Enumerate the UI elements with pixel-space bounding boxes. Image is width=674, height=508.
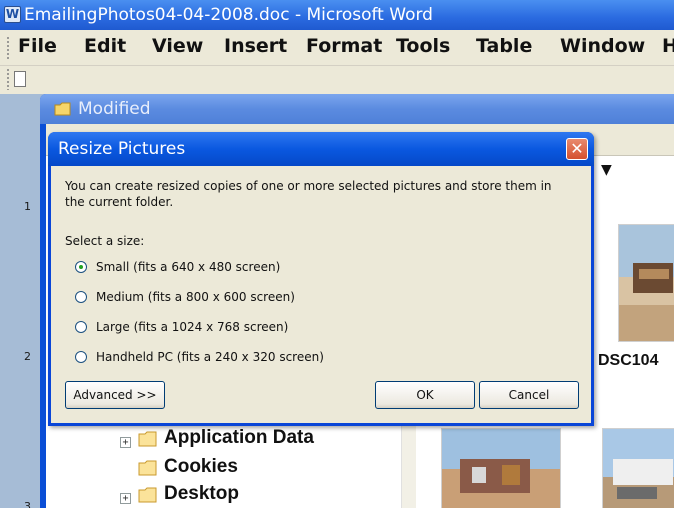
menu-format[interactable]: Format [306,35,382,57]
menu-window[interactable]: Window [560,35,645,57]
folder-icon [138,487,157,503]
radio-button[interactable] [75,321,87,333]
menu-file[interactable]: File [18,35,57,57]
size-label: Select a size: [65,234,145,248]
toolbar-grip[interactable] [6,68,10,90]
folder-icon [138,460,157,476]
menu-table[interactable]: Table [476,35,532,57]
tree-item-application-data[interactable]: Application Data [164,427,314,449]
explorer-title-bar[interactable]: Modified [40,94,674,124]
cancel-button[interactable]: Cancel [479,381,579,409]
word-window-title: EmailingPhotos04-04-2008.doc - Microsoft… [24,5,433,25]
word-toolbar [0,66,674,94]
expand-icon[interactable]: + [120,493,131,504]
menu-insert[interactable]: Insert [224,35,287,57]
word-app-icon[interactable]: W [4,6,21,23]
dialog-description: You can create resized copies of one or … [65,179,552,209]
word-menu-bar: File Edit View Insert Format Tools Table… [0,30,674,66]
menu-tools[interactable]: Tools [396,35,450,57]
menu-edit[interactable]: Edit [84,35,126,57]
close-icon[interactable]: ✕ [566,138,588,160]
resize-pictures-dialog: Resize Pictures ✕ You can create resized… [48,132,594,426]
folder-icon [54,102,71,116]
tree-item-cookies[interactable]: Cookies [164,456,238,478]
radio-button[interactable] [75,291,87,303]
menubar-grip[interactable] [6,36,10,60]
radio-label[interactable]: Handheld PC (fits a 240 x 320 screen) [96,350,324,364]
dialog-title-bar[interactable]: Resize Pictures ✕ [48,132,594,166]
photo-thumbnail[interactable] [602,428,674,508]
thumbnail-filename[interactable]: DSC104 [598,352,658,370]
radio-label[interactable]: Medium (fits a 800 x 600 screen) [96,290,295,304]
folder-tree-pane: + Application Data Cookies + Desktop [46,424,402,508]
word-title-bar[interactable]: W EmailingPhotos04-04-2008.doc - Microso… [0,0,674,30]
ruler-number: 1 [24,200,31,213]
explorer-window-title: Modified [78,99,151,119]
ruler-number: 2 [24,350,31,363]
views-dropdown-icon[interactable]: ▼ [601,162,612,178]
photo-thumbnail[interactable] [441,428,561,508]
tree-item-desktop[interactable]: Desktop [164,483,239,505]
folder-icon [138,431,157,447]
radio-label[interactable]: Large (fits a 1024 x 768 screen) [96,320,288,334]
radio-button[interactable] [75,261,87,273]
ok-button[interactable]: OK [375,381,475,409]
new-document-icon[interactable] [14,71,26,87]
menu-view[interactable]: View [152,35,203,57]
radio-button[interactable] [75,351,87,363]
expand-icon[interactable]: + [120,437,131,448]
advanced-button[interactable]: Advanced >> [65,381,165,409]
ruler-number: 3 [24,500,31,508]
dialog-body: You can create resized copies of one or … [51,166,591,423]
tree-scrollbar[interactable] [402,424,416,508]
menu-help[interactable]: H [662,35,674,57]
dialog-title: Resize Pictures [58,139,186,159]
photo-thumbnail[interactable] [618,224,674,342]
radio-label[interactable]: Small (fits a 640 x 480 screen) [96,260,280,274]
